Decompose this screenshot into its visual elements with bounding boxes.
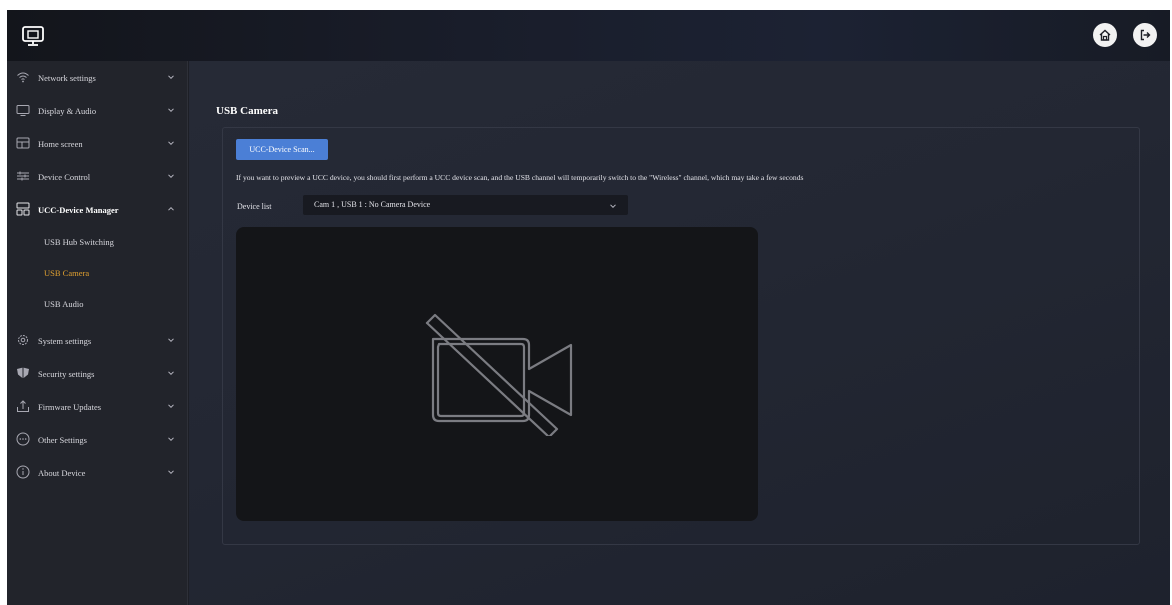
sidebar-item-display-audio[interactable]: Display & Audio xyxy=(7,94,188,127)
sidebar-item-ucc-device-manager[interactable]: UCC-Device Manager xyxy=(7,193,188,226)
sidebar-item-security-settings[interactable]: Security settings xyxy=(7,357,188,390)
upload-icon xyxy=(17,400,29,412)
device-list-select[interactable]: Cam 1 , USB 1 : No Camera Device xyxy=(303,195,628,215)
top-bar xyxy=(7,10,1170,61)
chevron-down-icon xyxy=(168,75,174,80)
page-title: USB Camera xyxy=(216,105,279,117)
chevron-down-icon xyxy=(610,204,616,209)
logout-icon xyxy=(1140,29,1151,41)
sidebar-item-label: Firmware Updates xyxy=(38,401,102,412)
chevron-down-icon xyxy=(168,371,174,376)
sidebar-item-label: Display & Audio xyxy=(38,105,97,116)
chevron-down-icon xyxy=(168,470,174,475)
more-icon xyxy=(16,432,30,446)
device-manager-icon xyxy=(16,202,30,216)
sidebar-item-system-settings[interactable]: System settings xyxy=(7,324,188,357)
sidebar-subitem-label: USB Camera xyxy=(44,268,90,278)
chevron-down-icon xyxy=(168,108,174,113)
gear-icon xyxy=(18,335,28,345)
chevron-down-icon xyxy=(168,141,174,146)
main-content: USB Camera UCC-Device Scan... If you wan… xyxy=(189,61,1170,605)
sidebar-subitem-usb-hub-switching[interactable]: USB Hub Switching xyxy=(7,228,188,258)
sidebar-item-network-settings[interactable]: Network settings xyxy=(7,61,188,94)
app-window: Network settings Display & Audio Home sc… xyxy=(7,10,1170,605)
home-icon xyxy=(1099,29,1111,41)
sidebar-item-label: Home screen xyxy=(38,138,83,149)
wifi-icon xyxy=(17,72,29,83)
chevron-down-icon xyxy=(168,174,174,179)
chevron-down-icon xyxy=(168,437,174,442)
chevron-up-icon xyxy=(168,206,174,211)
sidebar-item-label: Device Control xyxy=(38,171,91,182)
scan-info-text: If you want to preview a UCC device, you… xyxy=(236,173,804,182)
home-screen-icon xyxy=(16,137,30,149)
chevron-down-icon xyxy=(168,338,174,343)
sidebar: Network settings Display & Audio Home sc… xyxy=(7,61,188,605)
camera-preview xyxy=(236,227,758,521)
app-logo-icon xyxy=(22,26,44,46)
shield-icon xyxy=(17,367,29,379)
sidebar-item-other-settings[interactable]: Other Settings xyxy=(7,423,188,456)
device-list-value: Cam 1 , USB 1 : No Camera Device xyxy=(314,200,431,209)
camera-off-icon xyxy=(425,313,573,436)
monitor-icon xyxy=(16,105,30,116)
sidebar-subitem-label: USB Audio xyxy=(44,299,84,309)
ucc-device-scan-button[interactable]: UCC-Device Scan... xyxy=(236,139,328,160)
home-button[interactable] xyxy=(1093,23,1117,47)
sidebar-item-label: UCC-Device Manager xyxy=(38,204,119,215)
sidebar-item-firmware-updates[interactable]: Firmware Updates xyxy=(7,390,188,423)
sidebar-item-label: Network settings xyxy=(38,72,96,83)
chevron-down-icon xyxy=(168,404,174,409)
sidebar-item-label: System settings xyxy=(38,335,92,346)
sidebar-item-label: Other Settings xyxy=(38,434,87,445)
sidebar-subitem-usb-audio[interactable]: USB Audio xyxy=(7,290,188,320)
sidebar-item-device-control[interactable]: Device Control xyxy=(7,160,188,193)
sidebar-item-label: About Device xyxy=(38,467,86,478)
sidebar-item-label: Security settings xyxy=(38,368,95,379)
device-list-label: Device list xyxy=(237,202,272,211)
sliders-icon xyxy=(17,171,29,181)
sidebar-item-home-screen[interactable]: Home screen xyxy=(7,127,188,160)
sidebar-subitem-usb-camera[interactable]: USB Camera xyxy=(7,259,188,289)
info-icon xyxy=(16,465,30,479)
sidebar-item-about-device[interactable]: About Device xyxy=(7,456,188,489)
logout-button[interactable] xyxy=(1133,23,1157,47)
sidebar-subitem-label: USB Hub Switching xyxy=(44,237,114,247)
